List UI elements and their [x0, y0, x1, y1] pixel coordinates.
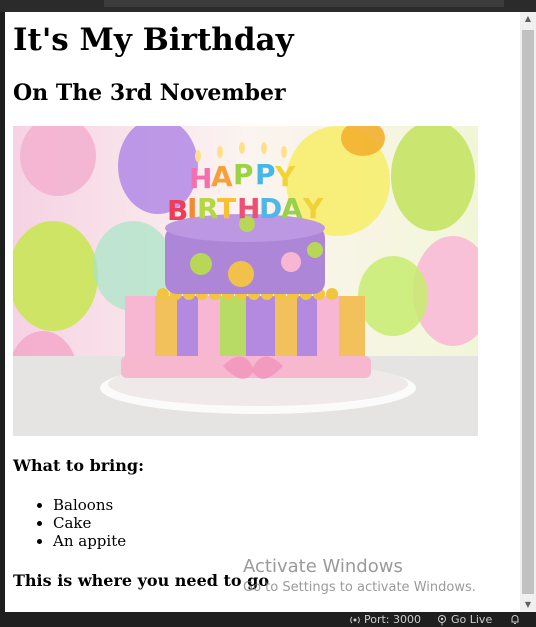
svg-text:I: I	[187, 192, 197, 225]
svg-text:H: H	[237, 192, 260, 225]
port-status[interactable]: Port: 3000	[349, 613, 421, 626]
go-live-label: Go Live	[451, 613, 493, 626]
list-item: Cake	[53, 514, 126, 532]
list-item: An appite	[53, 532, 126, 550]
broadcast-icon	[350, 616, 360, 623]
page-viewport: It's My Birthday On The 3rd November H A…	[5, 12, 520, 612]
svg-text:R: R	[197, 192, 219, 225]
list-item: Baloons	[53, 496, 126, 514]
svg-text:A: A	[281, 192, 303, 225]
where-heading: This is where you need to go	[13, 571, 270, 590]
go-live-icon	[438, 614, 446, 625]
scrollbar-thumb[interactable]	[522, 30, 534, 594]
svg-text:P: P	[255, 158, 276, 191]
page-subtitle: On The 3rd November	[13, 80, 286, 106]
bring-list: Baloons Cake An appite	[13, 496, 126, 550]
cake-illustration: H A P P Y B I R T H D A Y	[13, 126, 478, 436]
browser-top-bar	[0, 0, 536, 12]
scroll-down-arrow-icon[interactable]: ▼	[520, 598, 536, 612]
go-live-button[interactable]: Go Live	[436, 613, 492, 626]
scroll-up-arrow-icon[interactable]: ▲	[520, 12, 536, 26]
watermark-subtitle: Go to Settings to activate Windows.	[243, 580, 476, 595]
vertical-scrollbar[interactable]: ▲ ▼	[520, 12, 536, 612]
watermark-title: Activate Windows	[243, 556, 403, 577]
port-label: Port: 3000	[364, 613, 422, 626]
bell-icon	[511, 615, 519, 624]
activate-windows-watermark: Activate Windows Go to Settings to activ…	[243, 555, 476, 597]
svg-text:Y: Y	[274, 160, 296, 193]
svg-text:H: H	[189, 162, 212, 195]
svg-text:P: P	[233, 158, 254, 191]
svg-text:Y: Y	[302, 192, 324, 225]
top-bar-strip	[104, 0, 504, 7]
svg-text:D: D	[259, 192, 282, 225]
status-bar: Port: 3000 Go Live	[0, 612, 536, 627]
svg-text:T: T	[217, 192, 236, 225]
svg-text:A: A	[211, 160, 233, 193]
notifications-button[interactable]	[509, 613, 521, 625]
birthday-cake-image: H A P P Y B I R T H D A Y	[13, 126, 478, 436]
page-title: It's My Birthday	[13, 22, 294, 58]
svg-text:B: B	[167, 194, 188, 227]
bring-heading: What to bring:	[13, 456, 144, 475]
